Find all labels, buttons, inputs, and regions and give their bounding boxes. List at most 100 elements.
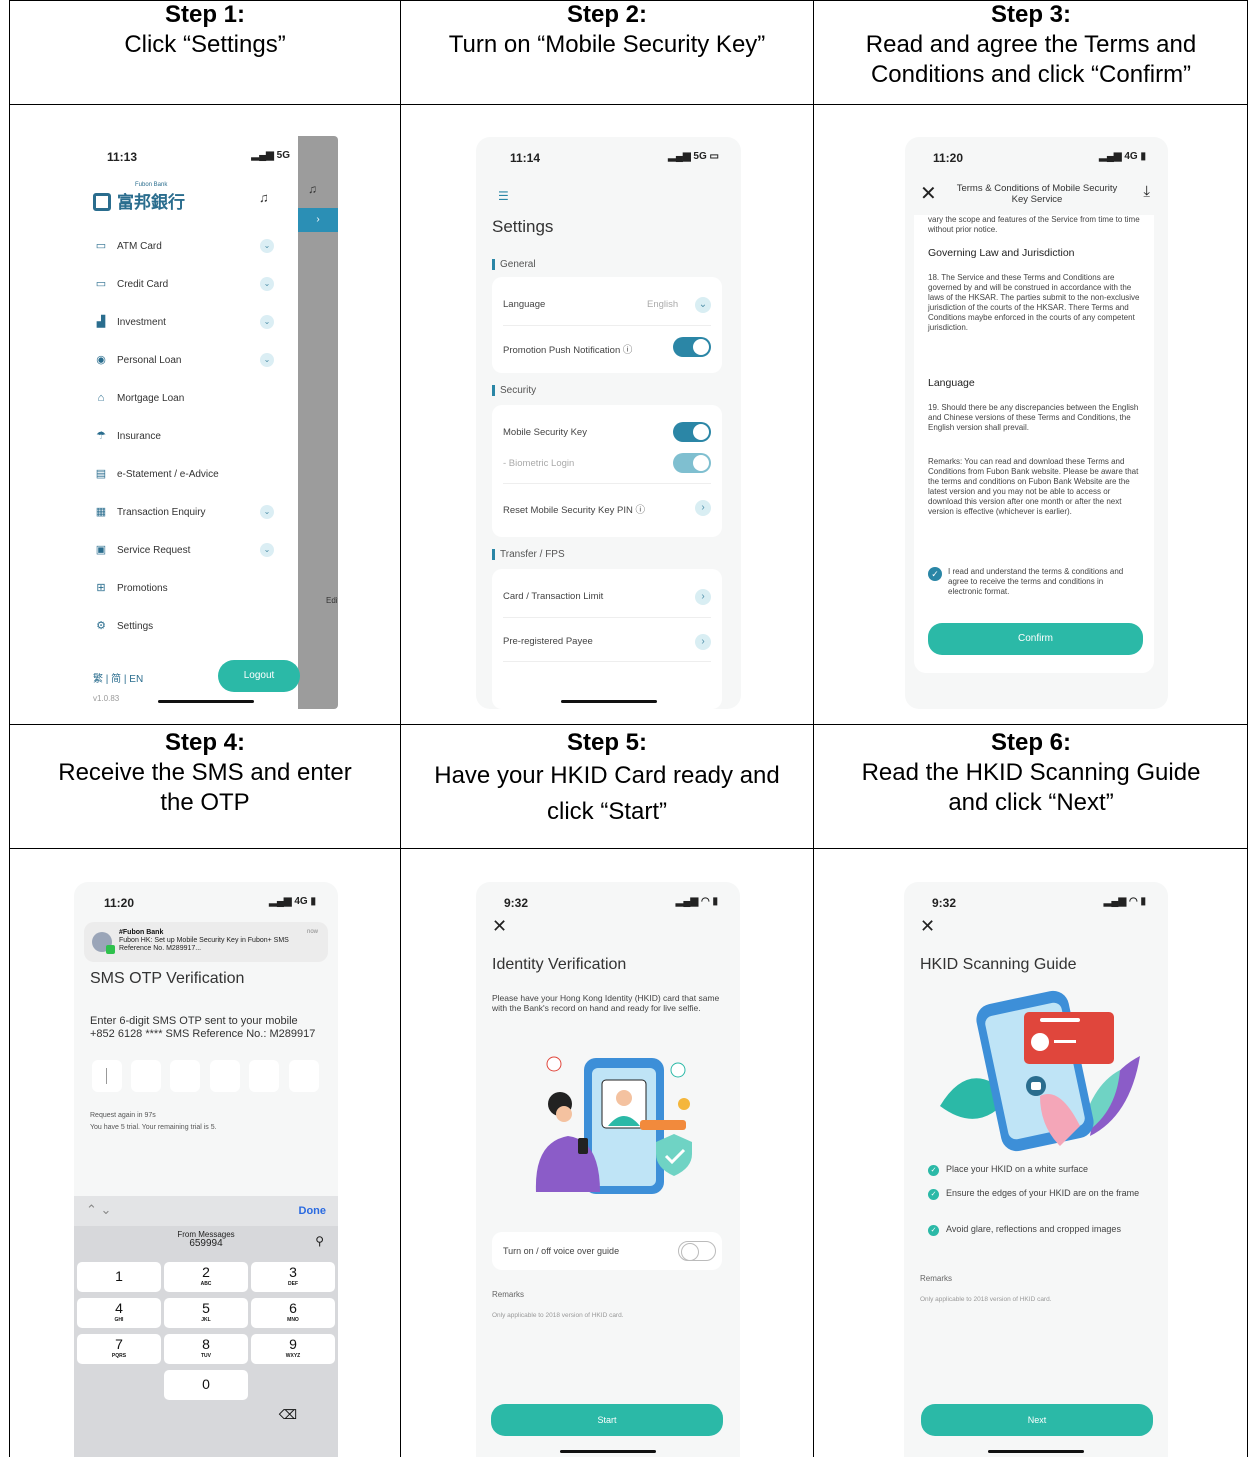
numeric-keyboard: ⌃ ⌄ Done From Messages 659994 ⚲ 1 2 ABC 3 DE… [74, 1196, 338, 1457]
menu-item-credit-card[interactable]: ▭ Credit Card [93, 274, 168, 294]
promo-push-toggle[interactable] [673, 337, 711, 357]
agree-checkbox[interactable]: ✓ [928, 567, 942, 581]
mobile-key-toggle[interactable] [673, 422, 711, 442]
payee-label[interactable]: Pre-registered Payee [503, 636, 593, 647]
reset-pin-label[interactable]: Reset Mobile Security Key PIN ⓘ [503, 502, 645, 516]
chevron-down-icon[interactable]: ⌄ [260, 505, 274, 519]
next-button[interactable]: Next [921, 1404, 1153, 1436]
notification-bell-icon[interactable]: ♫ [259, 190, 269, 205]
close-icon[interactable]: ✕ [920, 181, 937, 206]
chevron-up-down-icon[interactable]: ⌃ ⌄ [86, 1202, 111, 1218]
menu-item-label: Transaction Enquiry [117, 507, 206, 518]
umbrella-icon: ☂ [96, 430, 106, 442]
otp-digit-input[interactable] [92, 1060, 122, 1092]
download-icon[interactable]: ⤓ [1143, 183, 1150, 200]
close-icon[interactable]: ✕ [492, 916, 507, 937]
language-value[interactable]: English [647, 299, 678, 310]
menu-item-atm-card[interactable]: ▭ ATM Card [93, 236, 162, 256]
menu-item-label: e-Statement / e-Advice [117, 469, 219, 480]
menu-item-mortgage-loan[interactable]: ⌂ Mortgage Loan [93, 388, 185, 408]
menu-item-transaction-enquiry[interactable]: ▦ Transaction Enquiry [93, 502, 206, 522]
status-time: 11:13 [107, 150, 138, 164]
key-1[interactable]: 1 [77, 1262, 161, 1292]
key-digit: 1 [115, 1268, 123, 1284]
key-9[interactable]: 9 WXYZ [251, 1334, 335, 1364]
biometric-toggle[interactable] [673, 453, 711, 473]
enquiry-icon: ▦ [95, 506, 107, 518]
menu-item-insurance[interactable]: ☂ Insurance [93, 426, 161, 446]
menu-item-label: Personal Loan [117, 355, 182, 366]
autofill-suggestion[interactable]: From Messages 659994 [74, 1230, 338, 1249]
status-bar: 11:20 ▂▄▆ 4G ▮ [905, 137, 1168, 177]
dimmed-background[interactable]: › ♫ Edit [298, 136, 338, 709]
keyboard-toolbar: ⌃ ⌄ Done [74, 1196, 338, 1226]
request-again-timer[interactable]: Request again in 97s [90, 1112, 156, 1119]
key-digit: 6 [289, 1300, 297, 1316]
notification-sender: #Fubon Bank [119, 929, 164, 936]
menu-icon[interactable]: ☰ [498, 189, 509, 203]
chevron-down-icon[interactable]: ⌄ [260, 543, 274, 557]
chevron-down-icon[interactable]: ⌄ [260, 353, 274, 367]
voice-guide-toggle[interactable] [678, 1241, 716, 1261]
menu-item-promotions[interactable]: ⊞ Promotions [93, 578, 167, 598]
selfie-illustration [535, 1056, 692, 1194]
logout-button[interactable]: Logout [218, 660, 300, 692]
bell-icon: ♫ [308, 182, 317, 196]
chevron-down-icon[interactable]: ⌄ [260, 277, 274, 291]
key-5[interactable]: 5 JKL [164, 1298, 248, 1328]
step-description: Click “Settings” [124, 31, 286, 58]
investment-icon: ▟ [96, 316, 106, 328]
step-number: Step 2: [566, 1, 647, 28]
key-letters: WXYZ [285, 1353, 301, 1359]
sms-notification[interactable]: #Fubon Bank Fubon HK: Set up Mobile Secu… [84, 922, 328, 962]
step-description: Read the HKID Scanning Guide and click “… [861, 759, 1201, 816]
voice-guide-label: Turn on / off voice over guide [503, 1246, 620, 1256]
key-letters: GHI [114, 1317, 124, 1323]
fubon-logo: 富邦銀行 Fubon Bank [93, 182, 185, 213]
otp-digit-input[interactable] [210, 1060, 240, 1092]
notification-time: now [306, 929, 318, 935]
check-icon: ✓ [928, 1225, 939, 1236]
chevron-right-icon[interactable]: › [695, 634, 711, 650]
chevron-down-icon[interactable]: ⌄ [695, 297, 711, 313]
otp-digit-input[interactable] [249, 1060, 279, 1092]
key-3[interactable]: 3 DEF [251, 1262, 335, 1292]
card-limit-label[interactable]: Card / Transaction Limit [503, 591, 603, 602]
key-digit: 2 [202, 1264, 210, 1280]
backspace-key[interactable]: ⌫ [246, 1400, 330, 1430]
key-icon[interactable]: ⚲ [315, 1234, 324, 1248]
chevron-right-icon[interactable]: › [695, 500, 711, 516]
remarks-heading: Remarks [920, 1274, 953, 1283]
step-description: Read and agree the Terms and Conditions … [865, 31, 1197, 88]
menu-item-personal-loan[interactable]: ◉ Personal Loan [93, 350, 182, 370]
phone-screen-otp: 11:20 ▂▄▆ 4G ▮ #Fubon Bank Fubon HK: Set… [74, 882, 338, 1457]
terms-heading-language: Language [928, 377, 975, 389]
key-7[interactable]: 7 PQRS [77, 1334, 161, 1364]
chevron-right-icon: › [298, 208, 338, 232]
menu-item-e-statement-e-advice[interactable]: ▤ e-Statement / e-Advice [93, 464, 219, 484]
menu-item-settings[interactable]: ⚙ Settings [93, 616, 153, 636]
key-4[interactable]: 4 GHI [77, 1298, 161, 1328]
key-6[interactable]: 6 MNO [251, 1298, 335, 1328]
chevron-down-icon[interactable]: ⌄ [260, 239, 274, 253]
key-8[interactable]: 8 TUV [164, 1334, 248, 1364]
step-description: Receive the SMS and enter the OTP [58, 759, 352, 816]
otp-digit-input[interactable] [289, 1060, 319, 1092]
menu-item-service-request[interactable]: ▣ Service Request [93, 540, 191, 560]
app-version: v1.0.83 [93, 694, 120, 703]
general-card: Language English ⌄ Promotion Push Notifi… [492, 277, 722, 373]
key-2[interactable]: 2 ABC [164, 1262, 248, 1292]
language-switcher[interactable]: 繁 | 简 | EN [93, 670, 143, 685]
terms-heading-law: Governing Law and Jurisdiction [928, 247, 1075, 259]
done-button[interactable]: Done [299, 1205, 327, 1217]
otp-digit-input[interactable] [131, 1060, 161, 1092]
start-button[interactable]: Start [491, 1404, 723, 1436]
chevron-down-icon[interactable]: ⌄ [260, 315, 274, 329]
close-icon[interactable]: ✕ [920, 916, 935, 937]
otp-digit-input[interactable] [170, 1060, 200, 1092]
chevron-right-icon[interactable]: › [695, 589, 711, 605]
menu-item-investment[interactable]: ▟ Investment [93, 312, 166, 332]
confirm-button[interactable]: Confirm [928, 623, 1143, 655]
table-border-col2 [813, 0, 814, 1457]
key-0[interactable]: 0 [164, 1370, 248, 1400]
